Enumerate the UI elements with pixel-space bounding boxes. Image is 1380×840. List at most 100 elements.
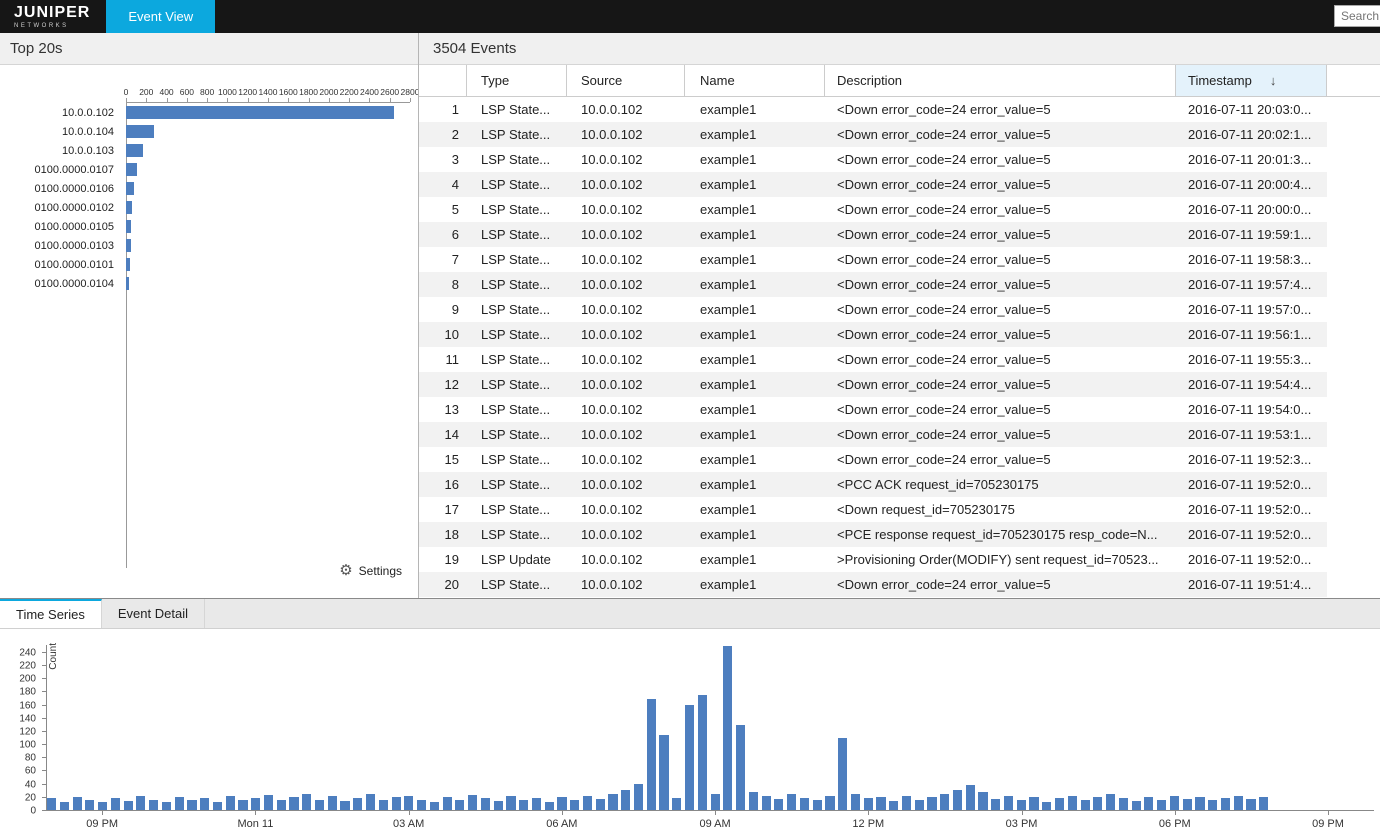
table-cell: 14 [419,422,467,447]
tab-event-detail[interactable]: Event Detail [102,599,205,628]
table-row[interactable]: 17LSP State...10.0.0.102example1<Down re… [419,497,1380,522]
table-cell: 10.0.0.102 [567,547,685,572]
timeseries-bar [1144,797,1153,810]
table-cell: >Provisioning Order(MODIFY) sent request… [825,547,1176,572]
timeseries-bar [940,794,949,810]
x-tick-mark [126,98,127,102]
nav-tab-event-view[interactable]: Event View [106,0,215,33]
timeseries-bar [430,802,439,811]
timeseries-bar [685,705,694,810]
top20-category-label: 0100.0000.0107 [0,164,120,176]
table-row[interactable]: 12LSP State...10.0.0.102example1<Down er… [419,372,1380,397]
table-cell: 4 [419,172,467,197]
table-cell: 2016-07-11 20:01:3... [1176,147,1327,172]
timeseries-bar [111,798,120,810]
x-tick-mark [255,811,256,815]
table-cell: <Down error_code=24 error_value=5 [825,222,1176,247]
column-header-name[interactable]: Name [685,65,825,96]
table-cell: 2016-07-11 19:51:4... [1176,572,1327,597]
x-tick-label: 2600 [380,87,399,97]
table-row[interactable]: 20LSP State...10.0.0.102example1<Down er… [419,572,1380,597]
timeseries-bar [1068,796,1077,810]
column-header-timestamp[interactable]: Timestamp↓ [1176,65,1327,96]
timeseries-bar [1055,798,1064,810]
top20-bar-row: 10.0.0.104 [0,122,410,141]
timeseries-bar [98,802,107,810]
table-cell: 2016-07-11 19:53:1... [1176,422,1327,447]
top20-category-label: 10.0.0.104 [0,126,120,138]
table-cell: example1 [685,472,825,497]
table-row[interactable]: 19LSP Update10.0.0.102example1>Provision… [419,547,1380,572]
table-row[interactable]: 9LSP State...10.0.0.102example1<Down err… [419,297,1380,322]
x-tick-mark [146,98,147,102]
tab-event-detail-label: Event Detail [118,606,188,621]
table-row[interactable]: 2LSP State...10.0.0.102example1<Down err… [419,122,1380,147]
row-filler [1327,522,1380,547]
table-row[interactable]: 8LSP State...10.0.0.102example1<Down err… [419,272,1380,297]
column-header-source[interactable]: Source [567,65,685,96]
table-cell: 16 [419,472,467,497]
tab-time-series[interactable]: Time Series [0,599,102,628]
table-row[interactable]: 13LSP State...10.0.0.102example1<Down er… [419,397,1380,422]
timeseries-bar [864,798,873,810]
table-cell: 18 [419,522,467,547]
timeseries-bar [328,796,337,810]
row-filler [1327,272,1380,297]
table-cell: 10.0.0.102 [567,397,685,422]
table-row[interactable]: 3LSP State...10.0.0.102example1<Down err… [419,147,1380,172]
table-row[interactable]: 1LSP State...10.0.0.102example1<Down err… [419,97,1380,122]
table-cell: 10.0.0.102 [567,347,685,372]
top20-bar-row: 0100.0000.0107 [0,160,410,179]
timeseries-bar [966,785,975,810]
table-row[interactable]: 16LSP State...10.0.0.102example1<PCC ACK… [419,472,1380,497]
column-header-index[interactable] [419,65,467,96]
table-row[interactable]: 15LSP State...10.0.0.102example1<Down er… [419,447,1380,472]
search-input[interactable] [1334,5,1380,27]
column-header-description[interactable]: Description [825,65,1176,96]
timeseries-bar [85,800,94,810]
table-cell: LSP State... [467,222,567,247]
settings-button[interactable]: ⚙ Settings [339,563,402,578]
top20-bar-track [126,144,410,157]
timeseries-bar [583,796,592,810]
timeseries-bar [698,695,707,810]
timeseries-bar [251,798,260,810]
x-tick-mark [227,98,228,102]
table-row[interactable]: 10LSP State...10.0.0.102example1<Down er… [419,322,1380,347]
table-cell: <Down error_code=24 error_value=5 [825,322,1176,347]
header-filler [1327,65,1380,96]
timeseries-bar [800,798,809,810]
x-tick-mark [868,811,869,815]
table-row[interactable]: 4LSP State...10.0.0.102example1<Down err… [419,172,1380,197]
y-tick-label: 100 [19,740,36,751]
timeseries-bar [60,802,69,811]
timeseries-bar [1004,796,1013,810]
table-cell: example1 [685,422,825,447]
table-cell: LSP State... [467,472,567,497]
table-cell: 2016-07-11 19:55:3... [1176,347,1327,372]
table-cell: LSP State... [467,497,567,522]
x-tick-label: 600 [180,87,194,97]
timeseries-bar [608,794,617,810]
events-table: TypeSourceNameDescriptionTimestamp↓ 1LSP… [419,65,1380,598]
table-row[interactable]: 18LSP State...10.0.0.102example1<PCE res… [419,522,1380,547]
x-tick-mark [248,98,249,102]
x-tick-label: 800 [200,87,214,97]
table-cell: LSP State... [467,372,567,397]
table-row[interactable]: 7LSP State...10.0.0.102example1<Down err… [419,247,1380,272]
table-cell: 10 [419,322,467,347]
table-row[interactable]: 5LSP State...10.0.0.102example1<Down err… [419,197,1380,222]
table-cell: <Down error_code=24 error_value=5 [825,147,1176,172]
timeseries-bar [315,800,324,810]
column-header-type[interactable]: Type [467,65,567,96]
row-filler [1327,472,1380,497]
table-row[interactable]: 11LSP State...10.0.0.102example1<Down er… [419,347,1380,372]
table-cell: LSP State... [467,322,567,347]
timeseries-bar [289,797,298,810]
top20-category-label: 0100.0000.0105 [0,221,120,233]
x-tick-label: 12 PM [852,818,884,830]
table-cell: 17 [419,497,467,522]
x-tick-label: 06 PM [1159,818,1191,830]
table-row[interactable]: 6LSP State...10.0.0.102example1<Down err… [419,222,1380,247]
table-row[interactable]: 14LSP State...10.0.0.102example1<Down er… [419,422,1380,447]
